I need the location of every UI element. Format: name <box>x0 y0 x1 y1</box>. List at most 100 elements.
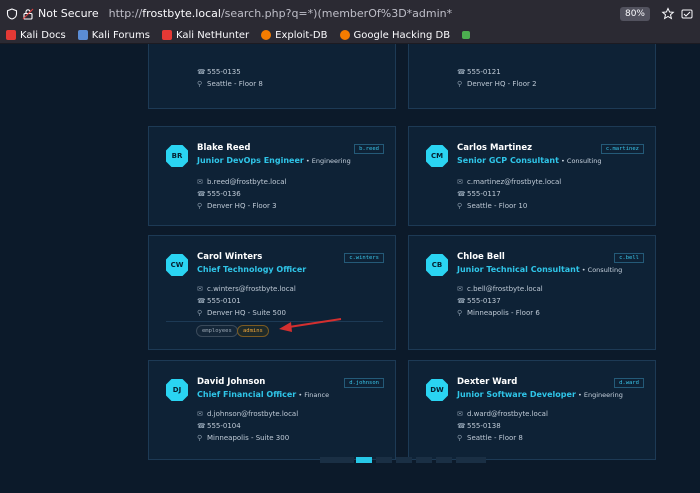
group-tag-admins: admins <box>237 325 269 337</box>
phone-icon: ☎ <box>197 190 206 198</box>
card-role: Chief Financial Officer • Finance <box>197 390 330 399</box>
card-location: Minneapolis - Floor 6 <box>467 309 540 317</box>
group-tag-employees: employees <box>196 325 238 337</box>
phone-icon: ☎ <box>457 68 466 76</box>
google-hacking-db-icon <box>339 30 350 40</box>
uid-badge: c.martinez <box>600 144 644 154</box>
employee-card[interactable]: CW Carol Winters c.winters Chief Technol… <box>148 235 396 350</box>
pagination-prev[interactable] <box>320 457 354 463</box>
uid-badge: d.ward <box>614 378 644 388</box>
kali-docs-icon <box>6 30 16 40</box>
card-phone: 555-0117 <box>467 190 501 198</box>
card-email: b.reed@frostbyte.local <box>207 178 287 186</box>
card-title: Junior Software Developer <box>457 390 576 399</box>
phone-icon: ☎ <box>457 422 466 430</box>
uid-badge: c.bell <box>614 253 644 263</box>
location-pin-icon: ⚲ <box>197 202 203 210</box>
email-icon: ✉ <box>457 178 463 186</box>
card-dept: Consulting <box>566 157 602 165</box>
location-pin-icon: ⚲ <box>457 434 463 442</box>
location-pin-icon: ⚲ <box>457 202 463 210</box>
card-email: d.ward@frostbyte.local <box>467 410 548 418</box>
url-text[interactable]: http://frostbyte.local/search.php?q=*)(m… <box>109 7 620 20</box>
employee-card[interactable]: DJ David Johnson d.johnson Chief Financi… <box>148 360 396 460</box>
unlocked-icon[interactable] <box>22 8 34 20</box>
location-pin-icon: ⚲ <box>197 309 203 317</box>
employee-card[interactable]: CB Chloe Bell c.bell Junior Technical Co… <box>408 235 656 350</box>
card-name: Dexter Ward <box>457 377 518 387</box>
card-dept: Engineering <box>311 157 351 165</box>
card-phone: 555-0136 <box>207 190 241 198</box>
card-location: Seattle - Floor 8 <box>207 80 263 88</box>
url-host: frostbyte.local <box>142 7 221 20</box>
email-icon: ✉ <box>457 285 463 293</box>
avatar: CW <box>166 254 188 276</box>
avatar: DJ <box>166 379 188 401</box>
screenshot-icon[interactable] <box>680 7 694 21</box>
kali-forums-icon <box>77 30 88 40</box>
shield-icon <box>6 7 18 20</box>
avatar: BR <box>166 145 188 167</box>
url-bar[interactable]: Not Secure http://frostbyte.local/search… <box>0 0 700 27</box>
card-phone: 555-0137 <box>467 297 501 305</box>
employee-card[interactable]: CM Carlos Martinez c.martinez Senior GCP… <box>408 126 656 226</box>
pagination-page[interactable] <box>396 457 412 463</box>
card-role: Chief Technology Officer <box>197 265 306 274</box>
phone-icon: ☎ <box>457 297 466 305</box>
card-title: Chief Technology Officer <box>197 265 307 274</box>
pagination-page-active[interactable] <box>356 457 372 463</box>
card-dept: Consulting <box>587 266 623 274</box>
email-icon: ✉ <box>457 410 463 418</box>
pagination-page[interactable] <box>416 457 432 463</box>
card-location: Minneapolis - Suite 300 <box>207 434 290 442</box>
uid-badge: b.reed <box>354 144 384 154</box>
card-name: Carol Winters <box>197 252 263 262</box>
url-path: /search.php?q=*)(memberOf%3D*admin* <box>220 7 453 20</box>
card-name: Chloe Bell <box>457 252 505 262</box>
card-email: c.martinez@frostbyte.local <box>467 178 562 186</box>
not-secure-label[interactable]: Not Secure <box>38 7 99 20</box>
card-phone: 555-0135 <box>207 68 241 76</box>
pagination-page[interactable] <box>436 457 452 463</box>
avatar: CB <box>426 254 448 276</box>
card-location: Denver HQ - Floor 2 <box>467 80 537 88</box>
card-location: Seattle - Floor 8 <box>467 434 523 442</box>
phone-icon: ☎ <box>197 297 206 305</box>
bookmark-star-icon[interactable] <box>661 6 675 21</box>
email-icon: ✉ <box>197 178 203 186</box>
location-pin-icon: ⚲ <box>457 309 463 317</box>
card-name: Carlos Martinez <box>457 143 533 153</box>
bookmark-kali-docs[interactable]: Kali Docs <box>6 30 66 41</box>
location-pin-icon: ⚲ <box>457 80 463 88</box>
card-title: Senior GCP Consultant <box>457 156 559 165</box>
card-title: Chief Financial Officer <box>197 390 297 399</box>
bookmark-kali-nethunter[interactable]: Kali NetHunter <box>161 30 249 41</box>
uid-badge: c.winters <box>344 253 384 263</box>
bookmark-kali-forums[interactable]: Kali Forums <box>77 30 150 41</box>
card-location: Seattle - Floor 10 <box>467 202 528 210</box>
card-title: Junior DevOps Engineer <box>197 156 304 165</box>
bookmark-google-hacking-db[interactable]: Google Hacking DB <box>339 30 450 41</box>
employee-card-partial: ☎ 555-0135 ⚲ Seattle - Floor 8 <box>148 44 396 109</box>
card-role: Senior GCP Consultant • Consulting <box>457 156 602 165</box>
bookmark-extra[interactable] <box>462 31 474 39</box>
card-location: Denver HQ - Suite 500 <box>207 309 286 317</box>
email-icon: ✉ <box>197 285 203 293</box>
card-phone: 555-0104 <box>207 422 241 430</box>
employee-card[interactable]: BR Blake Reed b.reed Junior DevOps Engin… <box>148 126 396 226</box>
card-email: c.bell@frostbyte.local <box>467 285 543 293</box>
bookmarks-bar: Kali Docs Kali Forums Kali NetHunter Exp… <box>0 27 700 44</box>
employee-card[interactable]: DW Dexter Ward d.ward Junior Software De… <box>408 360 656 460</box>
card-dept: Engineering <box>583 391 623 399</box>
zoom-indicator[interactable]: 80% <box>619 6 650 21</box>
location-pin-icon: ⚲ <box>197 80 203 88</box>
phone-icon: ☎ <box>457 190 466 198</box>
avatar: DW <box>426 379 448 401</box>
card-phone: 555-0101 <box>207 297 241 305</box>
exploit-db-icon <box>261 30 272 40</box>
pagination-page[interactable] <box>376 457 392 463</box>
pagination-next[interactable] <box>456 457 486 463</box>
phone-icon: ☎ <box>197 422 206 430</box>
kali-nethunter-icon <box>161 30 172 40</box>
bookmark-exploit-db[interactable]: Exploit-DB <box>261 30 328 41</box>
